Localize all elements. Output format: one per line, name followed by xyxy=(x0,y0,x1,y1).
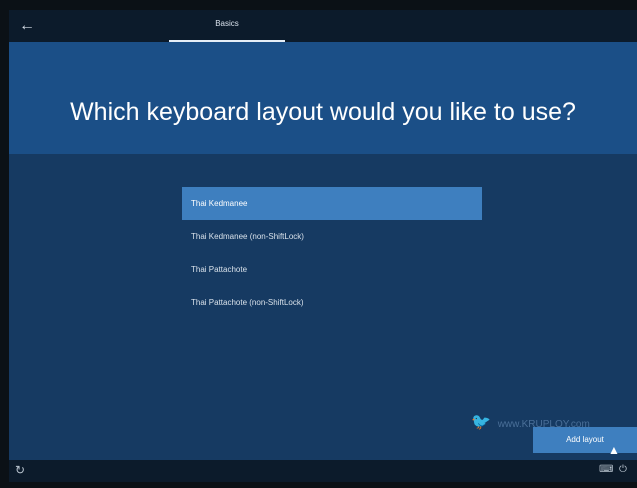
oobe-window: ← Basics Which keyboard layout would you… xyxy=(9,10,637,482)
layout-item-thai-pattachote[interactable]: Thai Pattachote xyxy=(182,253,482,286)
layout-item-label: Thai Pattachote (non-ShiftLock) xyxy=(191,298,304,307)
mouse-cursor-icon: ▲ xyxy=(608,443,620,457)
layout-item-label: Thai Pattachote xyxy=(191,265,248,274)
keyboard-icon[interactable]: ⌨ xyxy=(599,464,613,475)
layout-item-thai-kedmanee-non-shiftlock[interactable]: Thai Kedmanee (non-ShiftLock) xyxy=(182,220,482,253)
tab-basics[interactable]: Basics xyxy=(169,10,285,42)
layout-item-thai-kedmanee[interactable]: Thai Kedmanee xyxy=(182,187,482,220)
top-bar: ← Basics xyxy=(9,10,637,42)
layout-item-label: Thai Kedmanee xyxy=(191,199,248,208)
layout-item-label: Thai Kedmanee (non-ShiftLock) xyxy=(191,232,304,241)
bottom-bar: ↻ ⌨ ⏻ xyxy=(9,460,637,482)
ease-of-access-icon[interactable]: ↻ xyxy=(15,463,25,477)
power-icon[interactable]: ⏻ xyxy=(619,464,627,475)
arrow-left-icon[interactable]: ← xyxy=(17,16,37,36)
layout-item-thai-pattachote-non-shiftlock[interactable]: Thai Pattachote (non-ShiftLock) xyxy=(182,286,482,319)
page-title: Which keyboard layout would you like to … xyxy=(70,98,576,126)
keyboard-layout-list: Thai Kedmanee Thai Kedmanee (non-ShiftLo… xyxy=(182,187,482,319)
add-layout-button[interactable]: Add layout xyxy=(533,427,637,453)
tab-label: Basics xyxy=(215,19,239,28)
bird-logo-icon: 🐦 xyxy=(471,414,491,431)
